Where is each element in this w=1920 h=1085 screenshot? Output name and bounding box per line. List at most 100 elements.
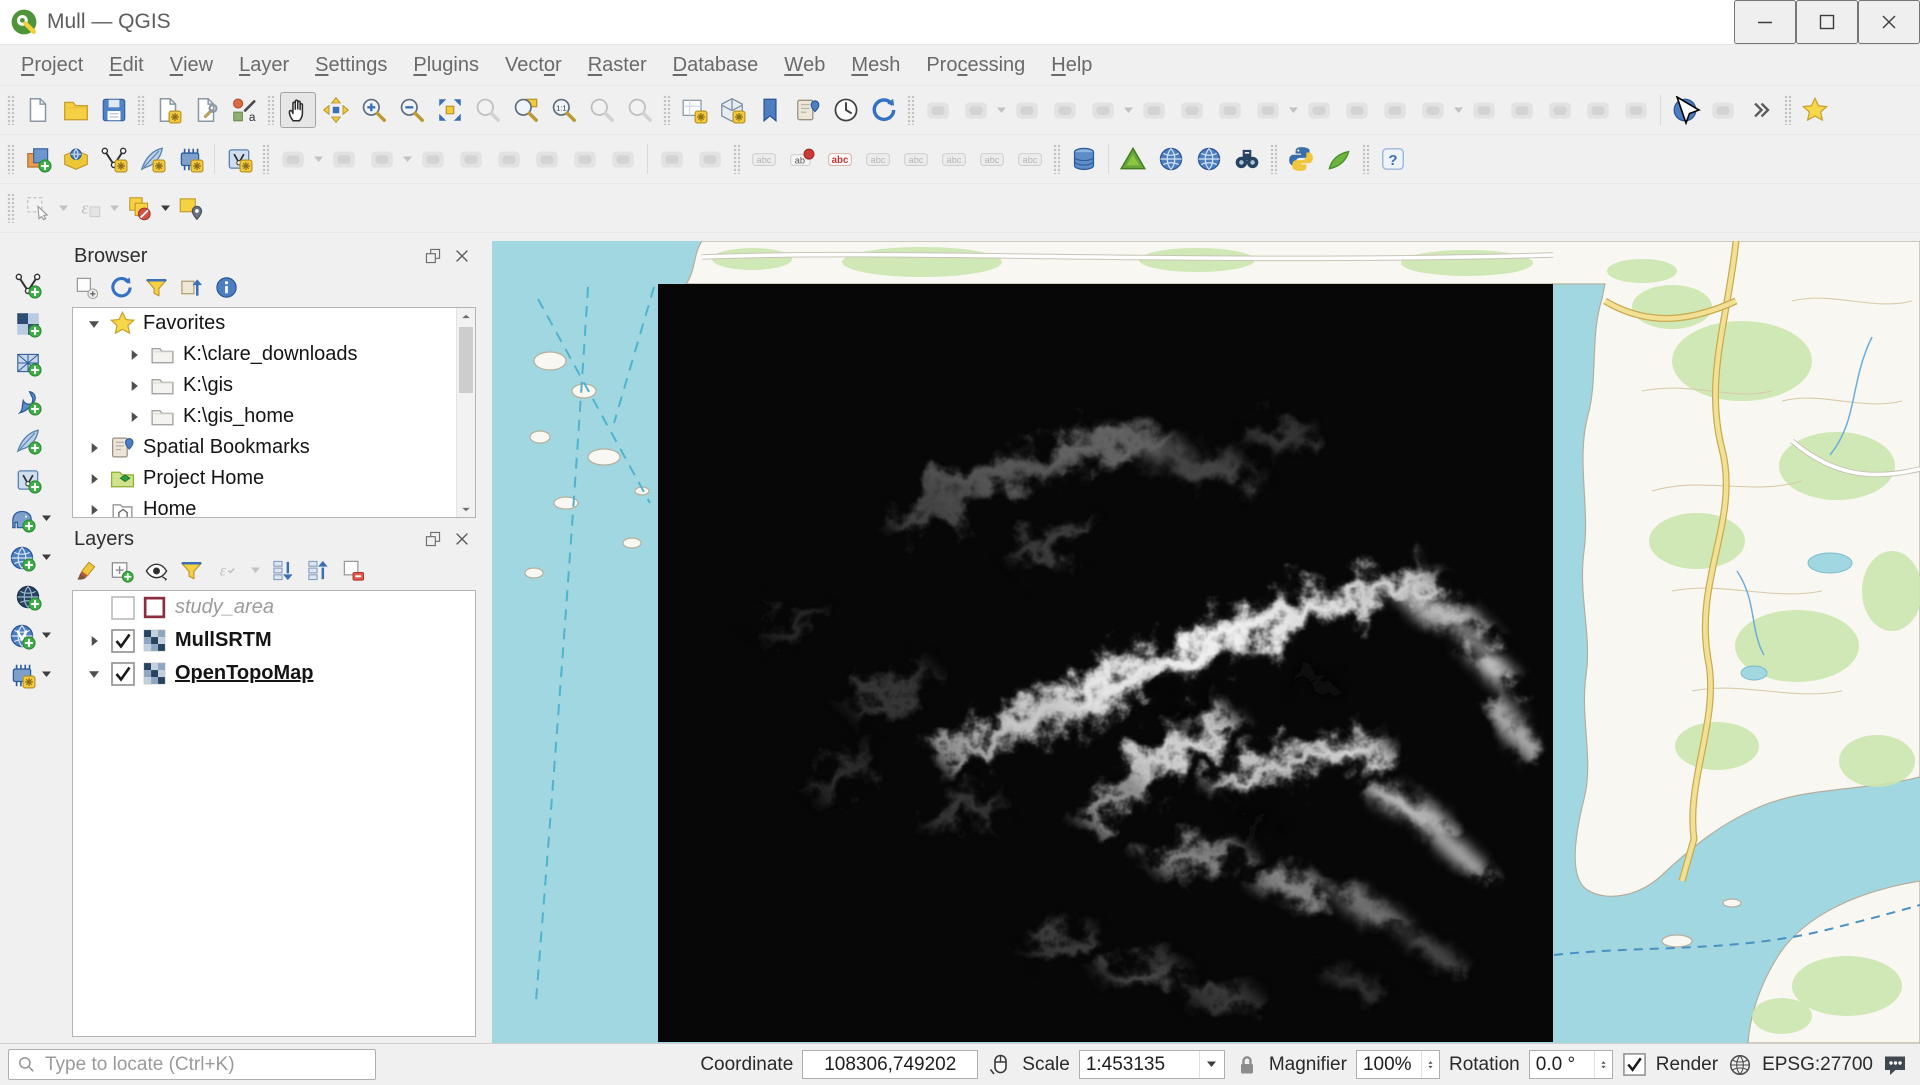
filter-browser-button[interactable] <box>144 274 170 300</box>
menu-raster[interactable]: Raster <box>575 45 660 85</box>
messages-icon[interactable] <box>1882 1052 1908 1078</box>
locate-box[interactable] <box>8 1049 376 1080</box>
deselect-all-dropdown-icon[interactable] <box>159 190 172 226</box>
layers-undock-button[interactable] <box>423 528 445 550</box>
processing-toolbox-button[interactable] <box>1321 141 1357 177</box>
web-service-2-button[interactable] <box>1191 141 1227 177</box>
inactive-tool-8-button[interactable] <box>1212 92 1248 128</box>
osm-place-search-button[interactable] <box>1229 141 1265 177</box>
menu-vector[interactable]: Vect o r <box>492 45 575 85</box>
zoom-out-button[interactable] <box>394 92 430 128</box>
browser-item-home[interactable]: Home <box>73 494 475 517</box>
scroll-down-icon[interactable] <box>457 500 475 517</box>
add-vector-layer-button[interactable] <box>11 268 45 302</box>
menu-settings[interactable]: Settings <box>302 45 400 85</box>
menu-mesh[interactable]: Mesh <box>838 45 913 85</box>
collapse-icon[interactable] <box>81 312 107 336</box>
zoom-to-selection-button[interactable] <box>470 92 506 128</box>
add-wcs-layer-button[interactable] <box>11 580 45 614</box>
add-spatialite-layer-button[interactable] <box>11 424 45 458</box>
new-spatial-bookmark-button[interactable] <box>752 92 788 128</box>
new-3d-map-view-button[interactable] <box>714 92 750 128</box>
zoom-to-native-button[interactable]: 1:1 <box>546 92 582 128</box>
add-mesh-layer-button[interactable] <box>11 346 45 380</box>
inactive-tool-10-button[interactable] <box>1301 92 1337 128</box>
inactive-tool-11-button[interactable] <box>1339 92 1375 128</box>
inactive-tool-12-button[interactable] <box>1377 92 1413 128</box>
add-mesh-chip-layer-button[interactable] <box>5 658 39 692</box>
scroll-thumb[interactable] <box>459 327 473 393</box>
inactive-tool-5-button[interactable] <box>1085 92 1121 128</box>
add-spatialite-layer-button[interactable] <box>134 141 170 177</box>
menu-processing[interactable]: Pro c essing <box>913 45 1038 85</box>
inactive-tool-16-button[interactable] <box>1542 92 1578 128</box>
maximize-button[interactable] <box>1796 0 1858 44</box>
browser-scrollbar[interactable] <box>456 308 475 517</box>
web-service-1-button[interactable] <box>1153 141 1189 177</box>
label-tool-3-button[interactable]: abc <box>898 141 934 177</box>
browser-close-button[interactable] <box>452 245 474 267</box>
current-edits-button[interactable] <box>275 141 311 177</box>
zoom-full-button[interactable] <box>432 92 468 128</box>
open-project-button[interactable] <box>58 92 94 128</box>
filter-legend-button[interactable] <box>179 557 205 583</box>
new-project-button[interactable] <box>20 92 56 128</box>
cut-features-button[interactable] <box>529 141 565 177</box>
inactive-tool-18-button[interactable] <box>1618 92 1654 128</box>
select-features-dropdown-icon[interactable] <box>57 190 70 226</box>
copy-features-button[interactable] <box>567 141 603 177</box>
filter-by-expression-dropdown-icon[interactable] <box>249 557 262 583</box>
inactive-tool-19-button[interactable] <box>1705 92 1741 128</box>
layer-visibility-checkbox[interactable] <box>110 661 136 687</box>
add-selected-layers-button[interactable] <box>74 274 100 300</box>
magnifier-spinbox[interactable]: 100% <box>1355 1050 1440 1079</box>
rotation-spinbox[interactable]: 0.0 ° <box>1528 1050 1613 1079</box>
coordinate-input[interactable] <box>802 1050 979 1079</box>
inactive-tool-2-dropdown-icon[interactable] <box>995 92 1008 128</box>
remove-layer-button[interactable] <box>341 557 367 583</box>
label-tool-5-button[interactable]: abc <box>974 141 1010 177</box>
chevron-down-icon[interactable] <box>1198 1051 1224 1078</box>
collapse-all-button[interactable] <box>179 274 205 300</box>
save-project-button[interactable] <box>96 92 132 128</box>
render-checkbox[interactable] <box>1622 1052 1647 1077</box>
select-by-expression-dropdown-icon[interactable] <box>108 190 121 226</box>
inactive-tool-13-button[interactable] <box>1415 92 1451 128</box>
inactive-tool-9-button[interactable] <box>1250 92 1286 128</box>
dock-splitter[interactable] <box>484 233 492 1043</box>
add-wfs-layer-button[interactable] <box>5 619 39 653</box>
expand-icon[interactable] <box>121 405 147 429</box>
digitize-tool-1-button[interactable] <box>415 141 451 177</box>
select-by-value-button[interactable] <box>173 190 209 226</box>
menu-project[interactable]: Project <box>8 45 96 85</box>
enable-properties-button[interactable] <box>214 274 240 300</box>
label-tool-4-button[interactable]: abc <box>936 141 972 177</box>
digitize-tool-2-button[interactable] <box>453 141 489 177</box>
inactive-tool-7-button[interactable] <box>1174 92 1210 128</box>
inactive-tool-3-button[interactable] <box>1009 92 1045 128</box>
inactive-tool-17-button[interactable] <box>1580 92 1616 128</box>
browser-undock-button[interactable] <box>423 245 445 267</box>
scale-combobox[interactable]: 1:453135 <box>1078 1050 1225 1079</box>
layer-visibility-checkbox[interactable] <box>110 595 136 621</box>
select-by-expression-button[interactable]: ε <box>71 190 107 226</box>
expand-all-button[interactable] <box>271 557 297 583</box>
collapse-icon[interactable] <box>81 662 107 686</box>
save-layer-edits-button[interactable] <box>364 141 400 177</box>
crs-value[interactable]: EPSG:27700 <box>1762 1054 1873 1076</box>
locate-input[interactable] <box>43 1052 368 1077</box>
toggle-editing-button[interactable] <box>326 141 362 177</box>
expand-icon[interactable] <box>121 374 147 398</box>
add-vector-layer-button[interactable] <box>96 141 132 177</box>
select-features-button[interactable] <box>20 190 56 226</box>
menu-plugins[interactable]: Plugins <box>400 45 492 85</box>
new-map-view-button[interactable] <box>676 92 712 128</box>
browser-item-spatial-bookmarks[interactable]: Spatial Bookmarks <box>73 432 475 463</box>
inactive-tool-13-dropdown-icon[interactable] <box>1452 92 1465 128</box>
favorites-button[interactable] <box>1797 92 1833 128</box>
browser-item-k-clare-downloads[interactable]: K:\clare_downloads <box>73 339 475 370</box>
show-spatial-bookmarks-button[interactable] <box>790 92 826 128</box>
information-tool-button[interactable] <box>1667 92 1703 128</box>
collapse-all-button[interactable] <box>306 557 332 583</box>
inactive-tool-1-button[interactable] <box>920 92 956 128</box>
